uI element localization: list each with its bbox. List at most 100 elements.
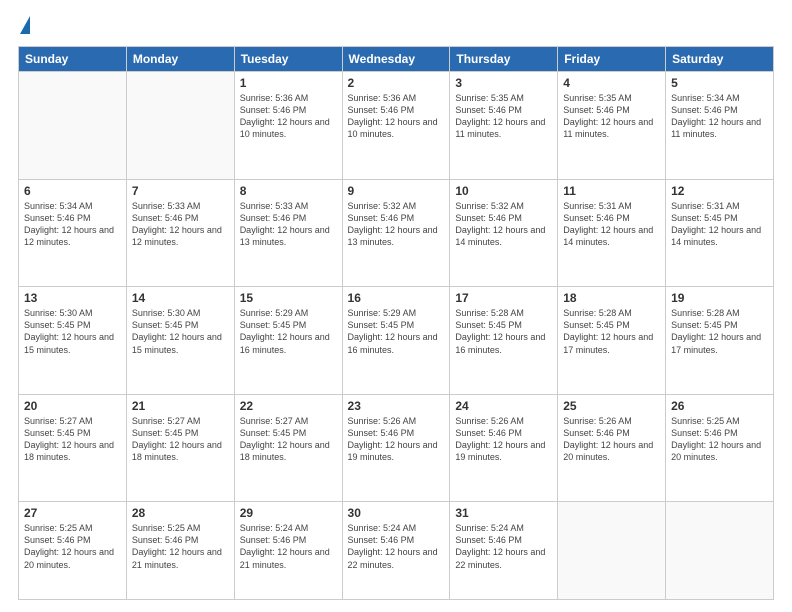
calendar-cell: 15 Sunrise: 5:29 AM Sunset: 5:45 PM Dayli… <box>234 287 342 395</box>
day-info: Sunrise: 5:29 AM Sunset: 5:45 PM Dayligh… <box>240 307 337 356</box>
day-number: 15 <box>240 291 337 305</box>
calendar-cell: 12 Sunrise: 5:31 AM Sunset: 5:45 PM Dayli… <box>666 179 774 287</box>
day-number: 2 <box>348 76 445 90</box>
col-header-wednesday: Wednesday <box>342 47 450 72</box>
day-number: 16 <box>348 291 445 305</box>
calendar-cell <box>666 502 774 600</box>
calendar-cell: 10 Sunrise: 5:32 AM Sunset: 5:46 PM Dayli… <box>450 179 558 287</box>
day-info: Sunrise: 5:27 AM Sunset: 5:45 PM Dayligh… <box>24 415 121 464</box>
calendar-week-row: 20 Sunrise: 5:27 AM Sunset: 5:45 PM Dayli… <box>19 394 774 502</box>
day-info: Sunrise: 5:27 AM Sunset: 5:45 PM Dayligh… <box>240 415 337 464</box>
logo <box>18 16 30 36</box>
day-number: 17 <box>455 291 552 305</box>
day-number: 21 <box>132 399 229 413</box>
day-info: Sunrise: 5:31 AM Sunset: 5:45 PM Dayligh… <box>671 200 768 249</box>
page: SundayMondayTuesdayWednesdayThursdayFrid… <box>0 0 792 612</box>
day-info: Sunrise: 5:35 AM Sunset: 5:46 PM Dayligh… <box>563 92 660 141</box>
calendar-cell: 5 Sunrise: 5:34 AM Sunset: 5:46 PM Daylig… <box>666 72 774 180</box>
calendar-cell: 22 Sunrise: 5:27 AM Sunset: 5:45 PM Dayli… <box>234 394 342 502</box>
day-info: Sunrise: 5:26 AM Sunset: 5:46 PM Dayligh… <box>455 415 552 464</box>
day-number: 18 <box>563 291 660 305</box>
day-info: Sunrise: 5:28 AM Sunset: 5:45 PM Dayligh… <box>671 307 768 356</box>
calendar-cell: 7Sunrise: 5:33 AM Sunset: 5:46 PM Daylig… <box>126 179 234 287</box>
calendar-cell: 13Sunrise: 5:30 AM Sunset: 5:45 PM Dayli… <box>19 287 127 395</box>
day-number: 14 <box>132 291 229 305</box>
day-info: Sunrise: 5:26 AM Sunset: 5:46 PM Dayligh… <box>563 415 660 464</box>
calendar-cell: 9 Sunrise: 5:32 AM Sunset: 5:46 PM Daylig… <box>342 179 450 287</box>
col-header-monday: Monday <box>126 47 234 72</box>
day-number: 11 <box>563 184 660 198</box>
day-info: Sunrise: 5:31 AM Sunset: 5:46 PM Dayligh… <box>563 200 660 249</box>
calendar-cell: 24 Sunrise: 5:26 AM Sunset: 5:46 PM Dayli… <box>450 394 558 502</box>
day-number: 22 <box>240 399 337 413</box>
day-info: Sunrise: 5:24 AM Sunset: 5:46 PM Dayligh… <box>455 522 552 571</box>
day-info: Sunrise: 5:28 AM Sunset: 5:45 PM Dayligh… <box>563 307 660 356</box>
day-info: Sunrise: 5:24 AM Sunset: 5:46 PM Dayligh… <box>348 522 445 571</box>
day-info: Sunrise: 5:36 AM Sunset: 5:46 PM Dayligh… <box>348 92 445 141</box>
calendar-table: SundayMondayTuesdayWednesdayThursdayFrid… <box>18 46 774 600</box>
col-header-friday: Friday <box>558 47 666 72</box>
day-info: Sunrise: 5:30 AM Sunset: 5:45 PM Dayligh… <box>132 307 229 356</box>
calendar-cell: 20 Sunrise: 5:27 AM Sunset: 5:45 PM Dayli… <box>19 394 127 502</box>
day-info: Sunrise: 5:32 AM Sunset: 5:46 PM Dayligh… <box>455 200 552 249</box>
day-number: 30 <box>348 506 445 520</box>
calendar-cell <box>558 502 666 600</box>
header <box>18 16 774 36</box>
day-info: Sunrise: 5:29 AM Sunset: 5:45 PM Dayligh… <box>348 307 445 356</box>
day-number: 5 <box>671 76 768 90</box>
calendar-cell: 1Sunrise: 5:36 AM Sunset: 5:46 PM Daylig… <box>234 72 342 180</box>
logo-text <box>18 16 30 36</box>
calendar-cell: 25Sunrise: 5:26 AM Sunset: 5:46 PM Dayli… <box>558 394 666 502</box>
calendar-cell <box>19 72 127 180</box>
day-number: 27 <box>24 506 121 520</box>
calendar-week-row: 13Sunrise: 5:30 AM Sunset: 5:45 PM Dayli… <box>19 287 774 395</box>
calendar-cell: 2 Sunrise: 5:36 AM Sunset: 5:46 PM Daylig… <box>342 72 450 180</box>
day-info: Sunrise: 5:34 AM Sunset: 5:46 PM Dayligh… <box>671 92 768 141</box>
calendar-cell: 26Sunrise: 5:25 AM Sunset: 5:46 PM Dayli… <box>666 394 774 502</box>
day-number: 3 <box>455 76 552 90</box>
calendar-week-row: 27 Sunrise: 5:25 AM Sunset: 5:46 PM Dayli… <box>19 502 774 600</box>
day-number: 6 <box>24 184 121 198</box>
day-number: 23 <box>348 399 445 413</box>
col-header-saturday: Saturday <box>666 47 774 72</box>
calendar-cell: 6 Sunrise: 5:34 AM Sunset: 5:46 PM Daylig… <box>19 179 127 287</box>
calendar-week-row: 1Sunrise: 5:36 AM Sunset: 5:46 PM Daylig… <box>19 72 774 180</box>
logo-triangle-icon <box>20 16 30 34</box>
col-header-sunday: Sunday <box>19 47 127 72</box>
day-number: 10 <box>455 184 552 198</box>
day-info: Sunrise: 5:33 AM Sunset: 5:46 PM Dayligh… <box>132 200 229 249</box>
day-info: Sunrise: 5:25 AM Sunset: 5:46 PM Dayligh… <box>132 522 229 571</box>
calendar-cell: 23Sunrise: 5:26 AM Sunset: 5:46 PM Dayli… <box>342 394 450 502</box>
day-number: 9 <box>348 184 445 198</box>
day-info: Sunrise: 5:34 AM Sunset: 5:46 PM Dayligh… <box>24 200 121 249</box>
day-info: Sunrise: 5:32 AM Sunset: 5:46 PM Dayligh… <box>348 200 445 249</box>
day-info: Sunrise: 5:24 AM Sunset: 5:46 PM Dayligh… <box>240 522 337 571</box>
calendar-cell: 17 Sunrise: 5:28 AM Sunset: 5:45 PM Dayli… <box>450 287 558 395</box>
day-number: 4 <box>563 76 660 90</box>
day-number: 28 <box>132 506 229 520</box>
day-info: Sunrise: 5:30 AM Sunset: 5:45 PM Dayligh… <box>24 307 121 356</box>
calendar-cell: 28 Sunrise: 5:25 AM Sunset: 5:46 PM Dayli… <box>126 502 234 600</box>
day-info: Sunrise: 5:28 AM Sunset: 5:45 PM Dayligh… <box>455 307 552 356</box>
calendar-cell: 11 Sunrise: 5:31 AM Sunset: 5:46 PM Dayli… <box>558 179 666 287</box>
calendar-week-row: 6 Sunrise: 5:34 AM Sunset: 5:46 PM Daylig… <box>19 179 774 287</box>
day-number: 19 <box>671 291 768 305</box>
day-info: Sunrise: 5:33 AM Sunset: 5:46 PM Dayligh… <box>240 200 337 249</box>
calendar-cell: 16 Sunrise: 5:29 AM Sunset: 5:45 PM Dayli… <box>342 287 450 395</box>
day-number: 20 <box>24 399 121 413</box>
calendar-cell: 27 Sunrise: 5:25 AM Sunset: 5:46 PM Dayli… <box>19 502 127 600</box>
day-number: 12 <box>671 184 768 198</box>
day-info: Sunrise: 5:25 AM Sunset: 5:46 PM Dayligh… <box>24 522 121 571</box>
day-info: Sunrise: 5:27 AM Sunset: 5:45 PM Dayligh… <box>132 415 229 464</box>
day-info: Sunrise: 5:25 AM Sunset: 5:46 PM Dayligh… <box>671 415 768 464</box>
calendar-header-row: SundayMondayTuesdayWednesdayThursdayFrid… <box>19 47 774 72</box>
calendar-cell: 8Sunrise: 5:33 AM Sunset: 5:46 PM Daylig… <box>234 179 342 287</box>
calendar-cell: 30 Sunrise: 5:24 AM Sunset: 5:46 PM Dayli… <box>342 502 450 600</box>
col-header-tuesday: Tuesday <box>234 47 342 72</box>
calendar-cell: 14 Sunrise: 5:30 AM Sunset: 5:45 PM Dayli… <box>126 287 234 395</box>
calendar-cell: 19 Sunrise: 5:28 AM Sunset: 5:45 PM Dayli… <box>666 287 774 395</box>
day-info: Sunrise: 5:35 AM Sunset: 5:46 PM Dayligh… <box>455 92 552 141</box>
day-number: 31 <box>455 506 552 520</box>
day-number: 24 <box>455 399 552 413</box>
calendar-cell: 4 Sunrise: 5:35 AM Sunset: 5:46 PM Daylig… <box>558 72 666 180</box>
